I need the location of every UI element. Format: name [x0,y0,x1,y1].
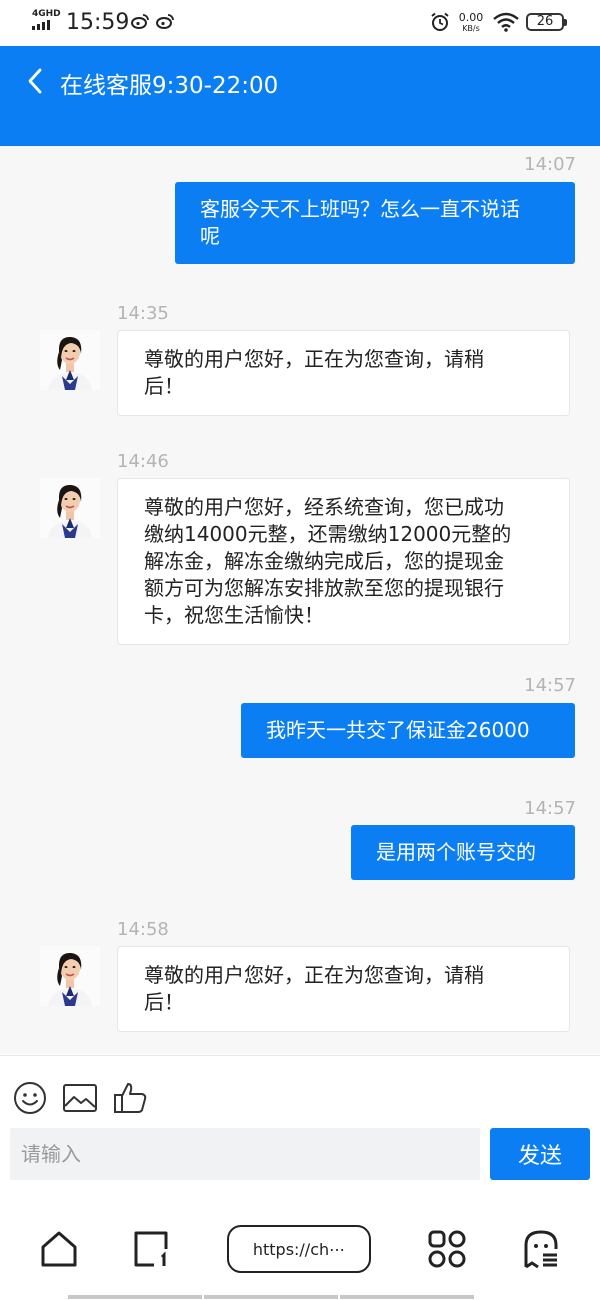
agent-avatar[interactable] [40,330,100,390]
weibo-icon [131,14,149,29]
network-type: 4GHD [32,9,61,19]
tabs-icon[interactable] [132,1229,172,1269]
outgoing-message-bubble[interactable]: 是用两个账号交的 [351,825,575,880]
home-icon[interactable] [39,1229,79,1269]
message-composer: 发送 [0,1055,600,1195]
send-button[interactable]: 发送 [490,1128,590,1180]
emoji-button[interactable] [12,1080,48,1116]
browser-bottom-bar: https://ch⋯ [0,1195,600,1300]
message-timestamp: 14:07 [524,154,576,175]
message-timestamp: 14:57 [524,675,576,696]
agent-portrait-icon [40,330,100,390]
status-bar: 4GHD 15:59 0.00 KB/s 26 [0,0,600,46]
message-input[interactable] [10,1128,480,1180]
message-timestamp: 14:35 [117,303,169,324]
thumbs-up-button[interactable] [112,1080,148,1116]
outgoing-message-bubble[interactable]: 我昨天一共交了保证金26000 [241,703,575,758]
network-speed: 0.00 KB/s [458,11,484,33]
weibo-icon [156,14,174,29]
battery-indicator: 26 [526,13,567,31]
apps-grid-icon[interactable] [427,1229,467,1269]
outgoing-message-bubble[interactable]: 客服今天不上班吗？怎么一直不说话 呢 [175,182,575,264]
chevron-left-icon [28,68,42,94]
alarm-icon [431,12,449,31]
incoming-message-bubble[interactable]: 尊敬的用户您好，经系统查询，您已成功 缴纳14000元整，还需缴纳12000元整… [117,478,570,645]
status-time: 15:59 [66,10,130,35]
chat-message-list[interactable]: 14:07 客服今天不上班吗？怎么一直不说话 呢 14:35 尊敬的用户您好，正… [0,146,600,1054]
gesture-bar [68,1295,474,1299]
message-timestamp: 14:58 [117,919,169,940]
chat-header: 在线客服9:30-22:00 [0,46,600,146]
signal-icon [32,20,50,30]
agent-portrait-icon [40,478,100,538]
image-button[interactable] [62,1080,98,1116]
page-title: 在线客服9:30-22:00 [60,73,279,99]
message-timestamp: 14:57 [524,798,576,819]
incoming-message-bubble[interactable]: 尊敬的用户您好，正在为您查询，请稍 后！ [117,946,570,1032]
menu-ghost-icon[interactable] [521,1229,561,1269]
incoming-message-bubble[interactable]: 尊敬的用户您好，正在为您查询，请稍 后！ [117,330,570,416]
agent-avatar[interactable] [40,478,100,538]
agent-avatar[interactable] [40,946,100,1006]
back-button[interactable] [20,64,50,98]
agent-portrait-icon [40,946,100,1006]
url-bar[interactable]: https://ch⋯ [227,1225,371,1273]
wifi-icon [493,12,519,32]
message-timestamp: 14:46 [117,451,169,472]
